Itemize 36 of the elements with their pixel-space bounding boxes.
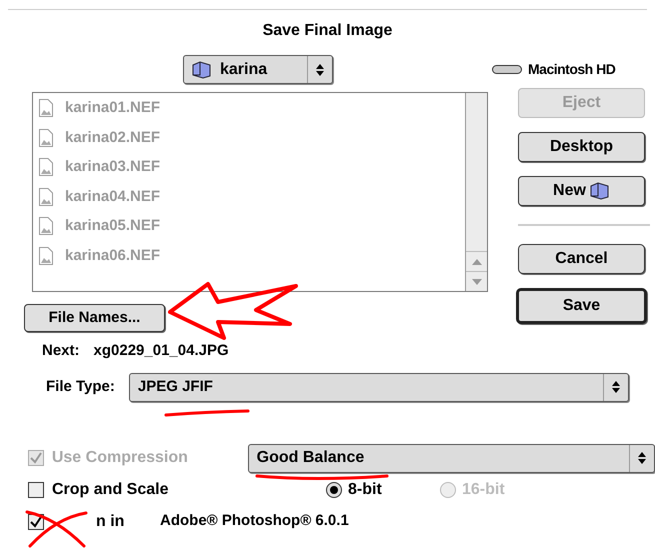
cross-mark <box>24 508 88 548</box>
volume-name: Macintosh HD <box>528 60 616 79</box>
next-label: Next: <box>42 341 80 361</box>
dialog-button[interactable]: Desktop <box>518 132 645 162</box>
folder-popup[interactable]: karina <box>183 55 333 84</box>
new-folder-button[interactable]: New <box>518 176 645 206</box>
dialog-button[interactable]: Save <box>516 288 647 324</box>
updown-arrows-icon <box>612 381 620 393</box>
radio-label: 16-bit <box>462 480 505 500</box>
file-type-label: File Type: <box>46 376 115 397</box>
hard-drive-icon <box>492 65 522 74</box>
image-file-icon <box>39 188 53 206</box>
image-file-icon <box>39 246 53 265</box>
scrollbar[interactable] <box>465 93 487 291</box>
new-folder-icon <box>590 182 610 200</box>
next-file-name: xg0229_01_04.JPG <box>94 341 229 361</box>
checkbox-label: Use Compression <box>52 448 189 468</box>
updown-arrows-icon <box>638 452 646 464</box>
radio-label: 8-bit <box>348 480 382 500</box>
folder-icon <box>192 60 212 78</box>
image-file-icon <box>39 158 53 176</box>
down-arrow-icon[interactable] <box>472 278 482 284</box>
application-name: Adobe® Photoshop® 6.0.1 <box>160 511 349 532</box>
image-file-icon <box>39 217 53 236</box>
radio-button[interactable] <box>326 482 342 498</box>
checkbox[interactable] <box>28 482 44 498</box>
dialog-button[interactable]: Cancel <box>518 244 645 274</box>
updown-arrows-icon <box>316 64 324 76</box>
file-type-popup[interactable]: JPEG JFIF <box>128 372 629 402</box>
checkbox-label: Crop and Scale <box>52 480 170 500</box>
checkbox-label: n in <box>96 512 126 532</box>
file-names-button[interactable]: File Names... <box>24 304 165 332</box>
image-file-icon <box>39 128 53 147</box>
dialog-title: Save Final Image <box>262 21 392 41</box>
up-arrow-icon[interactable] <box>472 258 482 264</box>
image-file-icon <box>39 99 53 118</box>
